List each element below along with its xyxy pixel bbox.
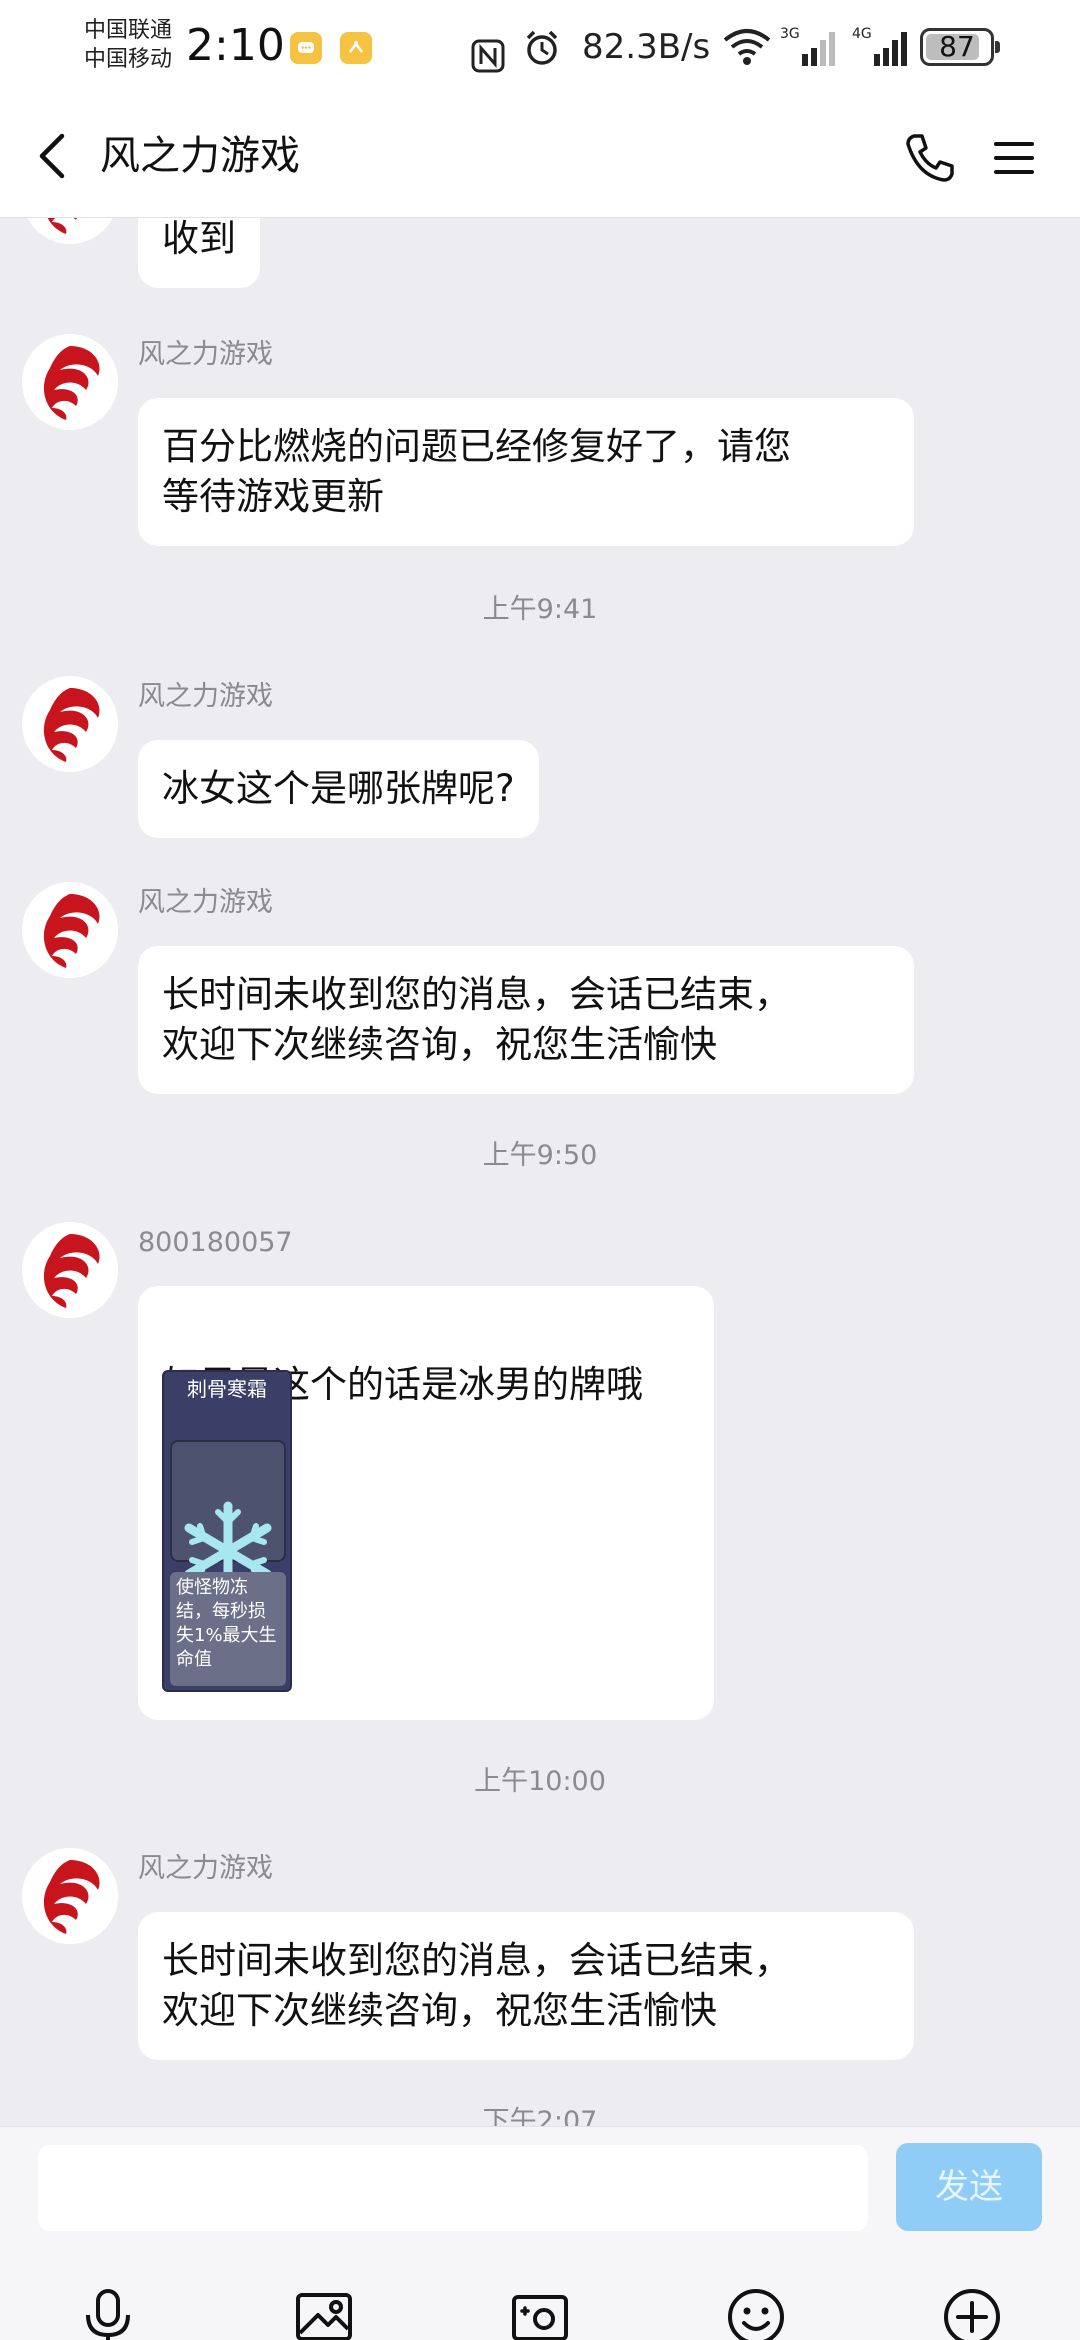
sender-name: 风之力游戏: [138, 681, 273, 712]
avatar[interactable]: [22, 1222, 118, 1318]
sender-name: 风之力游戏: [138, 887, 273, 918]
wifi-icon: [723, 29, 771, 65]
card-title: 刺骨寒霜: [187, 1377, 267, 1401]
app-notification-icon: [340, 32, 372, 64]
message-bubble[interactable]: 冰女这个是哪张牌呢?: [138, 740, 539, 838]
timestamp: 下午2:07: [482, 2106, 598, 2126]
chat-header: 风之力游戏: [0, 96, 1080, 218]
call-button[interactable]: [898, 126, 962, 190]
avatar[interactable]: [22, 882, 118, 978]
back-button[interactable]: [22, 124, 86, 188]
alarm-icon: [526, 30, 558, 65]
mic-icon: [86, 2289, 130, 2340]
battery-icon: 87: [920, 28, 1000, 66]
sender-name: 风之力游戏: [138, 339, 273, 370]
gallery-button[interactable]: [292, 2285, 356, 2340]
message-bubble[interactable]: 百分比燃烧的问题已经修复好了，请您 等待游戏更新: [138, 398, 914, 546]
chat-screen: 中国联通 中国移动 2:10 82.3B/s 3G 4G 87 风之力游戏 收到…: [0, 0, 1080, 2340]
swirl-logo-icon: [22, 676, 118, 772]
message-input[interactable]: [38, 2145, 868, 2231]
emoji-button[interactable]: [724, 2285, 788, 2340]
message-bubble[interactable]: 收到: [138, 218, 260, 288]
camera-button[interactable]: [508, 2285, 572, 2340]
sig-4g-label: 4G: [852, 26, 872, 42]
avatar[interactable]: [22, 1848, 118, 1944]
message-notification-icon: [290, 32, 322, 64]
camera-icon: [512, 2295, 568, 2340]
menu-button[interactable]: [982, 126, 1046, 190]
signal-3g-icon: 3G: [780, 26, 835, 66]
signal-4g-icon: 4G: [852, 26, 907, 66]
message-bubble[interactable]: 如果是这个的话是冰男的牌哦 刺骨寒霜 使怪物冻 结，每秒损 失1%最大生 命值: [138, 1286, 714, 1720]
sig-3g-label: 3G: [780, 26, 800, 42]
carrier-labels: 中国联通 中国移动: [84, 16, 184, 74]
swirl-logo-icon: [22, 1222, 118, 1318]
phone-icon: [906, 134, 954, 182]
gallery-icon: [296, 2293, 352, 2340]
chat-title: 风之力游戏: [100, 133, 300, 179]
card-art: [170, 1440, 286, 1601]
carrier-2: 中国移动: [84, 47, 173, 72]
timestamp: 上午10:00: [474, 1766, 606, 1797]
menu-icon: [994, 142, 1034, 174]
card-description: 使怪物冻 结，每秒损 失1%最大生 命值: [170, 1572, 286, 1686]
card-image[interactable]: 刺骨寒霜 使怪物冻 结，每秒损 失1%最大生 命值: [162, 1370, 292, 1692]
clock: 2:10: [186, 20, 285, 71]
swirl-logo-icon: [27, 218, 113, 244]
nfc-icon: [471, 39, 505, 73]
more-button[interactable]: [940, 2285, 1004, 2340]
avatar[interactable]: [22, 334, 118, 430]
avatar[interactable]: [22, 676, 118, 772]
timestamp: 上午9:41: [482, 594, 598, 625]
swirl-logo-icon: [22, 882, 118, 978]
back-icon: [39, 133, 65, 179]
network-speed: 82.3B/s: [582, 27, 711, 67]
composer-bar: 发送: [0, 2126, 1080, 2340]
timestamp: 上午9:50: [482, 1140, 598, 1171]
swirl-logo-icon: [22, 334, 118, 430]
carrier-1: 中国联通: [84, 18, 173, 43]
voice-button[interactable]: [76, 2285, 140, 2340]
message-list[interactable]: 收到 风之力游戏 百分比燃烧的问题已经修复好了，请您 等待游戏更新 上午9:41…: [0, 218, 1080, 2126]
message-bubble[interactable]: 长时间未收到您的消息，会话已结束， 欢迎下次继续咨询，祝您生活愉快: [138, 1912, 914, 2060]
status-bar: 中国联通 中国移动 2:10 82.3B/s 3G 4G 87: [0, 0, 1080, 96]
plus-icon: [944, 2289, 1000, 2340]
sender-name: 风之力游戏: [138, 1853, 273, 1884]
message-bubble[interactable]: 长时间未收到您的消息，会话已结束， 欢迎下次继续咨询，祝您生活愉快: [138, 946, 914, 1094]
swirl-logo-icon: [22, 1848, 118, 1944]
avatar[interactable]: [22, 218, 118, 244]
sender-name: 800180057: [138, 1227, 293, 1258]
emoji-icon: [728, 2289, 784, 2340]
battery-level: 87: [939, 30, 975, 63]
send-button[interactable]: 发送: [896, 2143, 1042, 2231]
